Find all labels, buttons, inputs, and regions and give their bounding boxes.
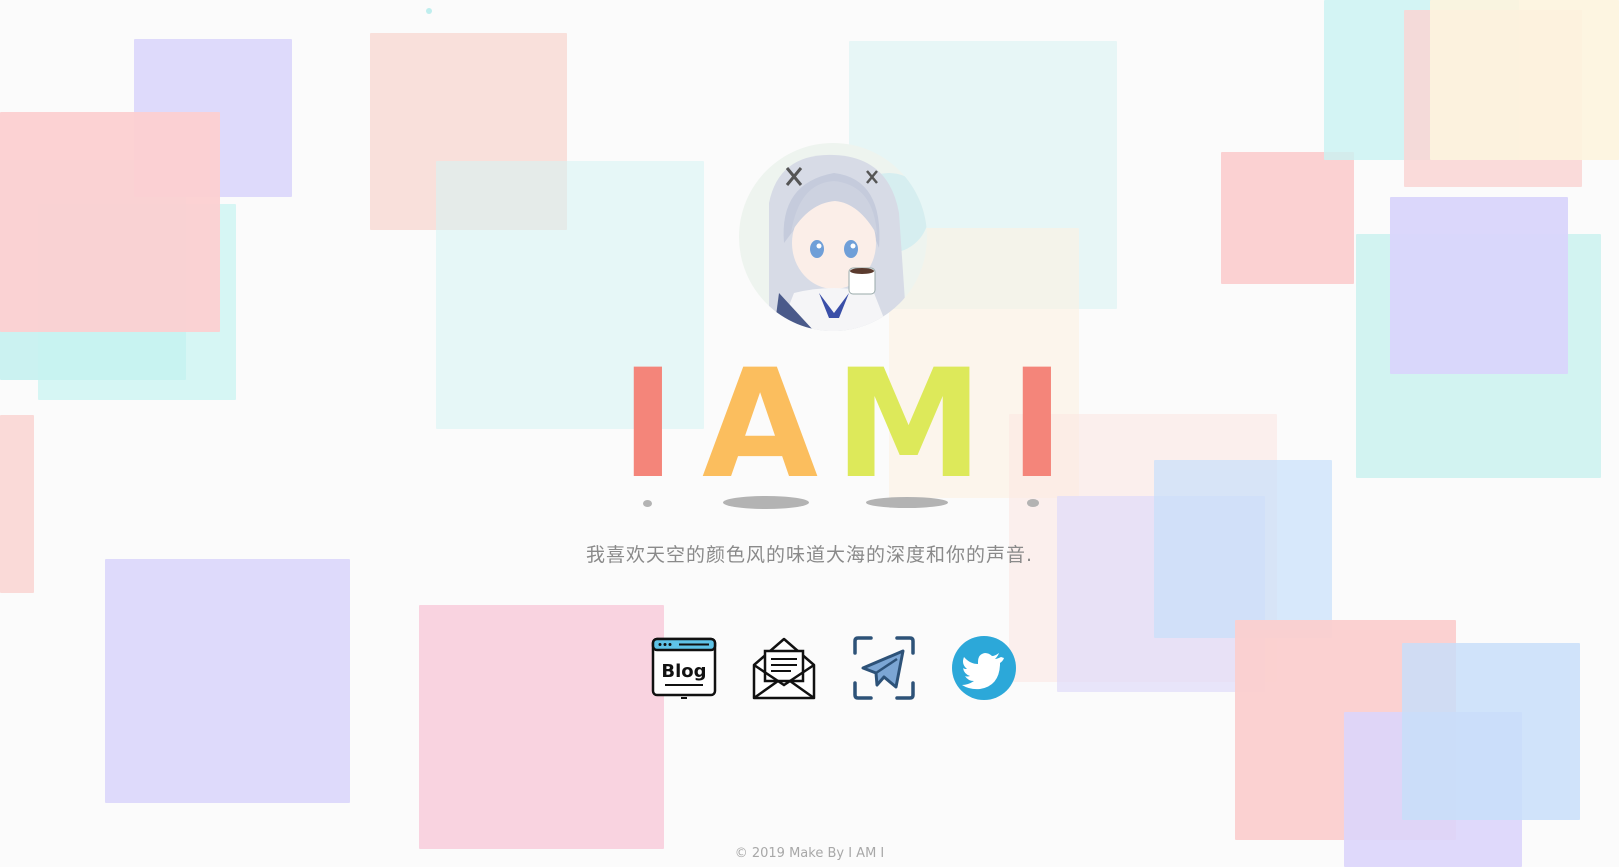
blog-icon-label: Blog [661, 661, 706, 682]
background-square [1430, 0, 1619, 160]
social-links: Blog [651, 635, 1021, 701]
tagline: 我喜欢天空的颜色风的味道大海的深度和你的声音. [585, 544, 1034, 566]
letter-shadow [1027, 499, 1039, 507]
background-square [1390, 197, 1568, 374]
background-square [0, 112, 220, 332]
site-title: I A M I [620, 338, 1065, 515]
background-square [1221, 152, 1354, 284]
title-letter: M [834, 338, 984, 512]
background-square [105, 559, 350, 803]
landing-page: I A M I 我喜欢天空的颜色风的味道大海的深度和你的声音. Blog © 2… [0, 0, 1619, 867]
twitter-icon [952, 636, 1016, 700]
letter-shadow [643, 500, 652, 507]
background-square [1402, 643, 1580, 820]
avatar [739, 143, 927, 331]
avatar-illustration [739, 143, 927, 331]
title-letter: I [620, 338, 676, 512]
background-square [419, 605, 664, 849]
email-link[interactable] [751, 635, 817, 701]
title-letter: A [702, 338, 819, 512]
letter-shadow [723, 496, 809, 509]
blog-link[interactable]: Blog [651, 635, 717, 701]
title-letter: I [1009, 338, 1065, 512]
footer-copyright: © 2019 Make By I AM I [734, 846, 885, 861]
twitter-link[interactable] [951, 635, 1017, 701]
telegram-link[interactable] [851, 635, 917, 701]
telegram-icon [853, 636, 915, 700]
blog-icon: Blog [651, 637, 717, 699]
envelope-icon [752, 637, 816, 700]
letter-shadow [866, 497, 948, 508]
decorative-dot [426, 8, 432, 14]
